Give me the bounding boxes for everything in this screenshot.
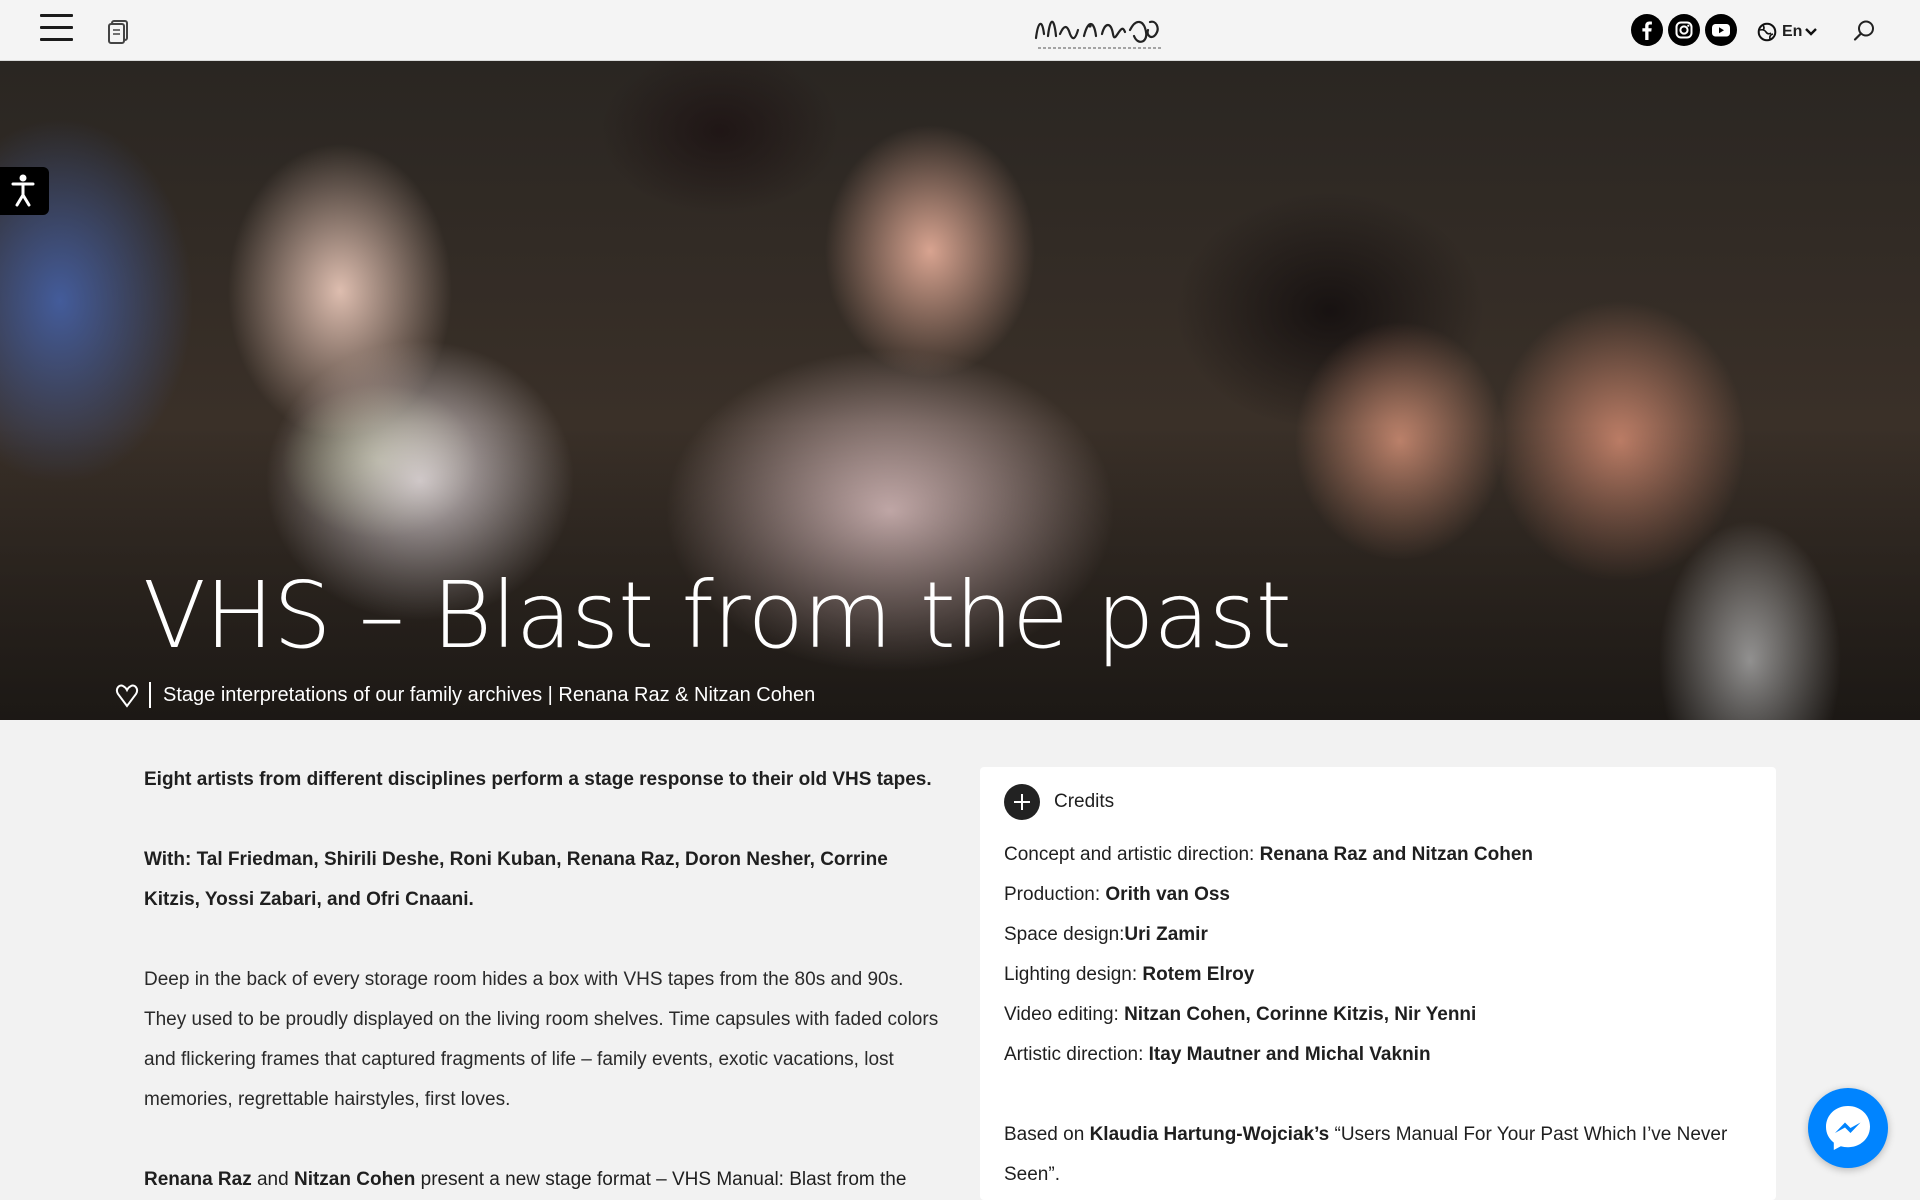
credit-value: Renana Raz and Nitzan Cohen (1259, 844, 1533, 865)
accessibility-button[interactable] (0, 167, 49, 215)
credits-title: Credits (1054, 791, 1115, 812)
language-selector[interactable]: En (1757, 20, 1818, 44)
artist-name: Renana Raz (144, 1169, 252, 1190)
search-icon[interactable] (1851, 18, 1877, 44)
hero-subtitle: Stage interpretations of our family arch… (163, 683, 816, 706)
description-paragraph: Deep in the back of every storage room h… (144, 969, 939, 1110)
credit-row: Production: Orith van Oss (1004, 875, 1764, 915)
based-on-text: Based on Klaudia Hartung-Wojciak’s “User… (1004, 1115, 1764, 1195)
conjunction: and (251, 1169, 294, 1190)
heart-icon[interactable] (115, 681, 139, 709)
chevron-down-icon (1805, 28, 1818, 36)
credit-row: Video editing: Nitzan Cohen, Corinne Kit… (1004, 995, 1764, 1035)
credit-label: Lighting design: (1004, 964, 1143, 985)
presentation-paragraph: Renana Raz and Nitzan Cohen present a ne… (144, 1160, 944, 1200)
credit-label: Artistic direction: (1004, 1044, 1149, 1065)
credit-value: Rotem Elroy (1142, 964, 1255, 985)
credit-row: Artistic direction: Itay Mautner and Mic… (1004, 1035, 1764, 1075)
credits-panel: Credits Concept and artistic direction: … (980, 767, 1776, 1200)
credit-label: Concept and artistic direction: (1004, 844, 1260, 865)
document-icon[interactable] (107, 20, 129, 44)
credit-value: Itay Mautner and Michal Vaknin (1148, 1044, 1431, 1065)
language-label: En (1782, 23, 1803, 40)
accessibility-icon (11, 174, 35, 207)
article-body: Eight artists from different disciplines… (144, 760, 944, 1200)
credit-label: Video editing: (1004, 1004, 1125, 1025)
credit-label: Production: (1004, 884, 1106, 905)
hero-subtitle-row: Stage interpretations of our family arch… (115, 678, 815, 712)
artist-name: Nitzan Cohen (293, 1169, 416, 1190)
instagram-icon[interactable] (1668, 14, 1700, 46)
credit-row: Lighting design: Rotem Elroy (1004, 955, 1764, 995)
messenger-icon (1826, 1106, 1870, 1150)
credit-value: Nitzan Cohen, Corinne Kitzis, Nir Yenni (1124, 1004, 1477, 1025)
hero-banner: VHS – Blast from the past Stage interpre… (0, 61, 1920, 720)
facebook-icon[interactable] (1631, 14, 1663, 46)
globe-icon (1757, 22, 1777, 42)
credits-list: Concept and artistic direction: Renana R… (1004, 835, 1764, 1195)
youtube-icon[interactable] (1705, 14, 1737, 46)
credits-toggle[interactable]: Credits (1004, 784, 1114, 820)
lead-paragraph: Eight artists from different disciplines… (144, 769, 932, 790)
page-title: VHS – Blast from the past (143, 562, 1292, 669)
logo-mark (1034, 20, 1162, 49)
based-prefix: Based on (1004, 1124, 1090, 1145)
presentation-text: present a new stage format – VHS Manual:… (415, 1169, 907, 1190)
credit-value: Uri Zamir (1124, 924, 1208, 945)
site-header: En (0, 0, 1920, 61)
performers-paragraph: With: Tal Friedman, Shirili Deshe, Roni … (144, 849, 888, 910)
messenger-chat-button[interactable] (1808, 1088, 1888, 1168)
credit-row: Space design:Uri Zamir (1004, 915, 1764, 955)
divider (149, 682, 151, 708)
credit-label: Space design: (1004, 924, 1125, 945)
menu-icon[interactable] (40, 14, 73, 46)
organization-logo[interactable] (1030, 8, 1170, 54)
credit-row: Concept and artistic direction: Renana R… (1004, 835, 1764, 875)
plus-icon[interactable] (1004, 784, 1040, 820)
based-author: Klaudia Hartung-Wojciak’s (1089, 1124, 1330, 1145)
credit-value: Orith van Oss (1105, 884, 1231, 905)
